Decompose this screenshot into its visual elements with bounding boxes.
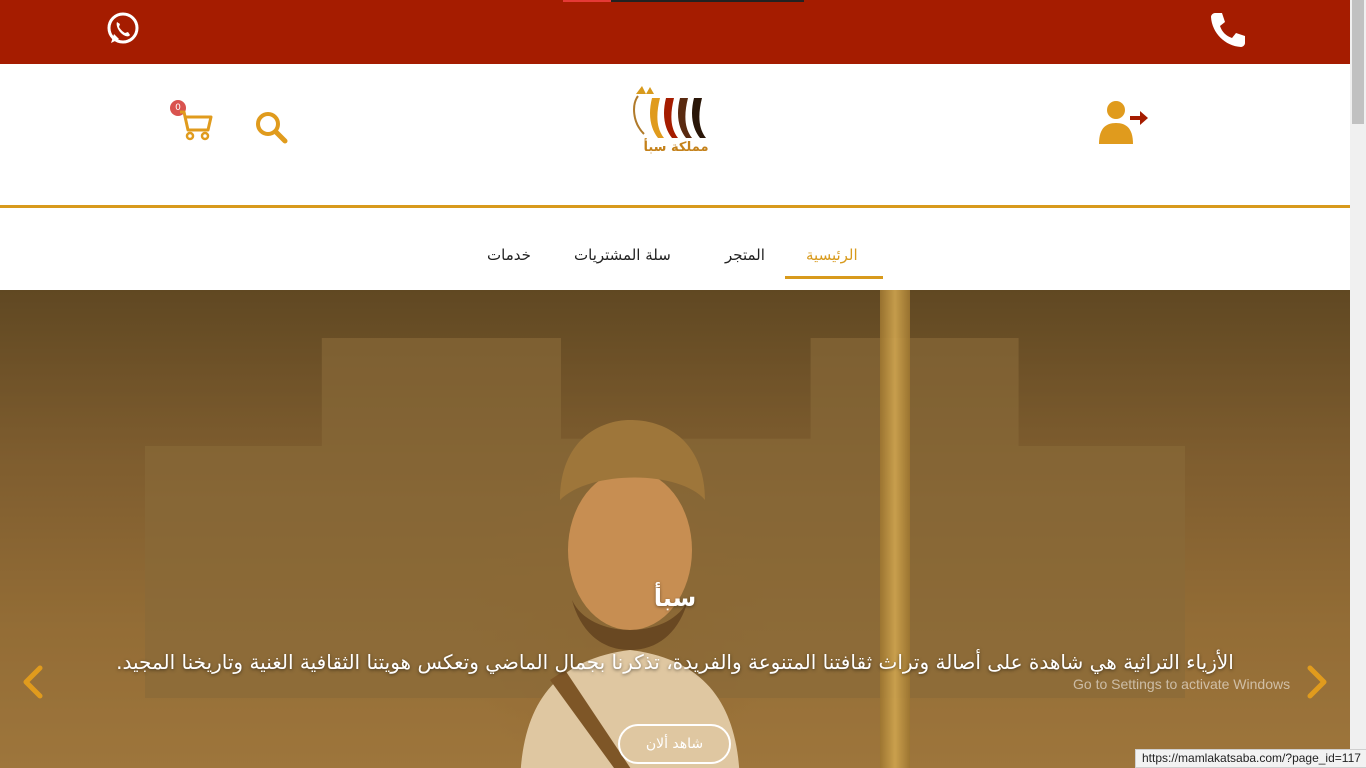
phone-icon (1211, 13, 1245, 47)
hero-overlay (0, 290, 1350, 768)
whatsapp-button[interactable] (104, 10, 142, 48)
nav-active-underline (785, 276, 883, 279)
main-navigation: الرئيسية المتجر سلة المشتريات خدمات (0, 208, 1350, 290)
login-button[interactable] (1096, 98, 1152, 148)
nav-item-store[interactable]: المتجر (725, 246, 765, 264)
nav-item-cart[interactable]: سلة المشتريات (574, 246, 671, 264)
nav-item-home[interactable]: الرئيسية (806, 246, 858, 264)
cart-button[interactable]: 0 (170, 100, 216, 144)
logo-emblem-icon (633, 86, 706, 138)
top-contact-bar (0, 0, 1350, 64)
slider-next-button[interactable] (1302, 662, 1332, 702)
phone-button[interactable] (1207, 9, 1247, 49)
cart-icon (180, 110, 213, 141)
page-scrollbar[interactable] (1350, 0, 1366, 768)
search-button[interactable] (252, 108, 290, 146)
link-status-url: https://mamlakatsaba.com/?page_id=117 (1135, 749, 1366, 768)
scrollbar-thumb[interactable] (1352, 0, 1364, 124)
chevron-right-icon (1307, 665, 1327, 699)
hero-text: الأزياء التراثية هي شاهدة على أصالة وترا… (116, 650, 1234, 674)
user-login-icon (1099, 101, 1148, 144)
hero-slider: سبأ الأزياء التراثية هي شاهدة على أصالة … (0, 290, 1350, 768)
chevron-left-icon (23, 665, 43, 699)
search-icon (256, 112, 288, 144)
whatsapp-icon (107, 12, 139, 44)
slider-prev-button[interactable] (18, 662, 48, 702)
windows-activation-watermark: Go to Settings to activate Windows (1073, 676, 1291, 692)
hero-title: سبأ (653, 584, 697, 612)
loading-indicator (563, 0, 611, 2)
nav-item-services[interactable]: خدمات (487, 246, 531, 264)
logo-text: مملكة سبأ (643, 140, 709, 155)
watch-now-button[interactable]: شاهد ألان (618, 724, 731, 764)
loading-indicator-track (611, 0, 804, 2)
